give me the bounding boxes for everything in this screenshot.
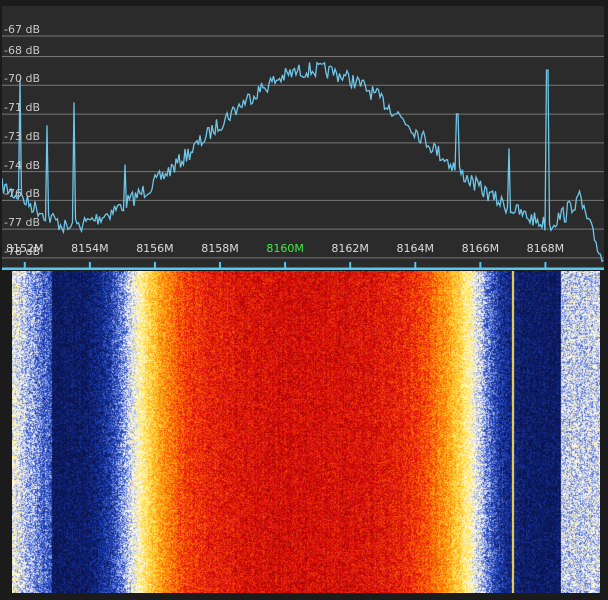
db-tick-label: -77 dB [4, 216, 40, 230]
freq-tick-label: 8156M [136, 242, 174, 255]
freq-tick-label: 8154M [71, 242, 109, 255]
spectrum-trace [2, 61, 604, 263]
freq-tick-label: 8164M [396, 242, 435, 255]
db-tick-label: -68 dB [4, 43, 40, 57]
waterfall-canvas[interactable] [12, 271, 600, 593]
waterfall-panel[interactable] [12, 271, 600, 593]
freq-tick-label: 8160M [266, 242, 304, 255]
db-tick-label: -74 dB [4, 158, 40, 172]
freq-tick-label: 8168M [526, 242, 565, 255]
sdr-display: -67 dB -68 dB -70 dB -71 dB -73 dB -74 dB -76 … [0, 0, 608, 600]
freq-tick-label: 8162M [331, 242, 369, 255]
spectrum-panel[interactable]: -67 dB -68 dB -70 dB -71 dB -73 dB -74 dB -76 … [2, 6, 604, 270]
db-tick-label: -73 dB [4, 129, 40, 143]
freq-tick-label: 8166M [461, 242, 500, 255]
db-tick-label: -76 dB [4, 187, 40, 201]
freq-tick-label: 8158M [201, 242, 239, 255]
db-tick-label: -67 dB [4, 23, 40, 36]
spectrum-plot[interactable] [2, 6, 604, 270]
db-tick-label: -71 dB [4, 101, 40, 115]
db-tick-label: -70 dB [4, 72, 40, 86]
freq-tick-label: 8152M [6, 242, 44, 255]
